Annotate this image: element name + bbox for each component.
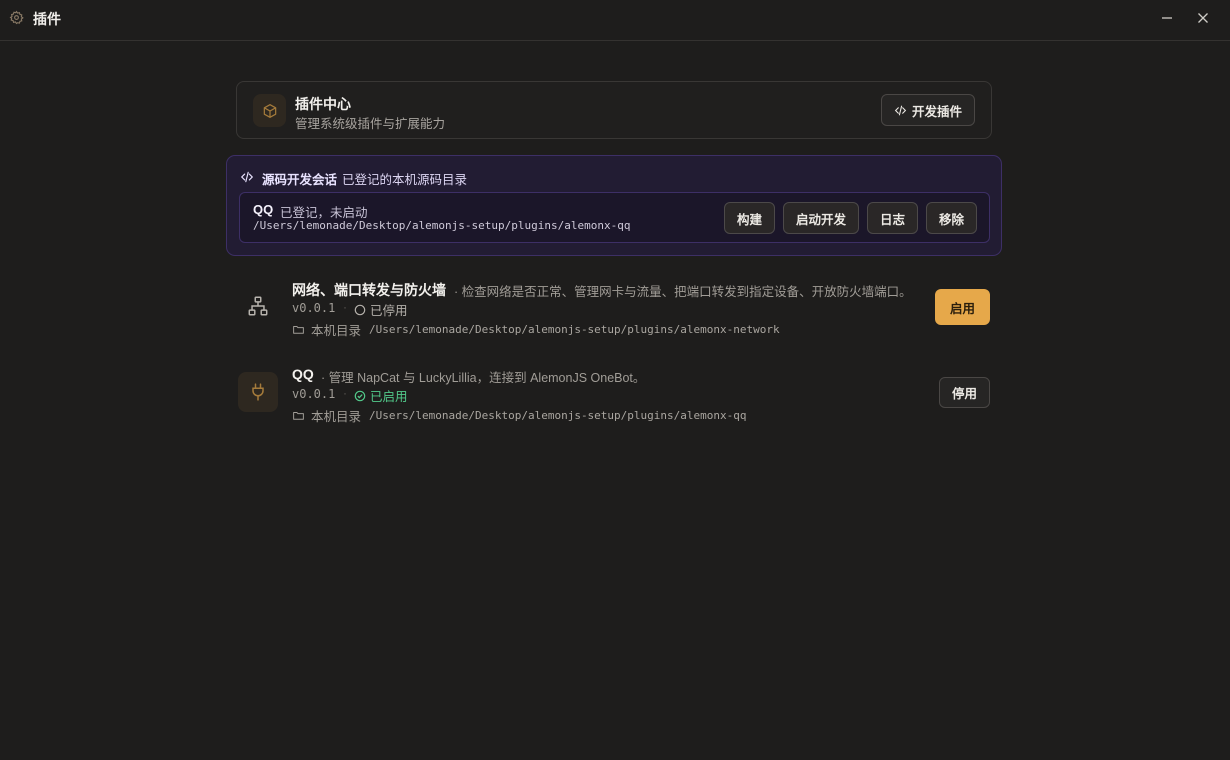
plugin-directory: 本机目录 /Users/lemonade/Desktop/alemonjs-se… <box>292 320 780 339</box>
code-icon <box>240 171 254 183</box>
dev-session-title: 源码开发会话 <box>262 173 338 187</box>
dev-session-plugin-name: QQ <box>253 202 274 217</box>
plugin-status-badge: 已停用 <box>354 300 408 319</box>
directory-path: /Users/lemonade/Desktop/alemonjs-setup/p… <box>369 409 747 422</box>
enable-button[interactable]: 启用 <box>935 289 990 325</box>
folder-icon <box>293 326 304 334</box>
plugin-description: · 检查网络是否正常、管理网卡与流量、把端口转发到指定设备、开放防火墙端口。 <box>454 285 912 299</box>
dev-session-entry: QQ 已登记，未启动 /Users/lemonade/Desktop/alemo… <box>239 192 990 243</box>
folder-icon <box>293 412 304 420</box>
separator-dot: · <box>343 386 347 400</box>
check-circle-icon <box>354 390 366 401</box>
page-title: 插件中心 <box>295 96 351 112</box>
dev-session-panel: 源码开发会话 已登记的本机源码目录 QQ 已登记，未启动 /Users/lemo… <box>226 155 1002 256</box>
remove-button[interactable]: 移除 <box>926 202 977 234</box>
page-subtitle: 管理系统级插件与扩展能力 <box>295 117 446 131</box>
dev-session-path: /Users/lemonade/Desktop/alemonjs-setup/p… <box>253 219 631 232</box>
minimize-icon <box>1162 17 1172 19</box>
plugin-description: · 管理 NapCat 与 LuckyLillia，连接到 AlemonJS O… <box>321 371 646 385</box>
logs-button[interactable]: 日志 <box>867 202 918 234</box>
package-icon <box>253 94 286 127</box>
separator-dot: · <box>343 300 347 314</box>
plug-icon <box>238 372 278 412</box>
plugin-version: v0.0.1 <box>292 301 336 315</box>
plugin-item-qq: QQ · 管理 NapCat 与 LuckyLillia，连接到 AlemonJ… <box>236 358 992 428</box>
directory-label: 本机目录 <box>311 324 362 338</box>
develop-plugin-label: 开发插件 <box>911 104 962 119</box>
plugin-center-card: 插件中心 管理系统级插件与扩展能力 开发插件 <box>236 81 992 139</box>
window-title: 插件 <box>33 11 61 27</box>
plugin-name: 网络、端口转发与防火墙 <box>292 282 446 298</box>
develop-plugin-button[interactable]: 开发插件 <box>881 94 975 126</box>
circle-icon <box>354 304 366 315</box>
plugin-item-network: 网络、端口转发与防火墙 · 检查网络是否正常、管理网卡与流量、把端口转发到指定设… <box>236 272 992 342</box>
code-icon <box>894 105 907 115</box>
disable-button[interactable]: 停用 <box>939 377 990 408</box>
title-bar: 插件 <box>0 0 1230 41</box>
plugin-name: QQ <box>292 366 314 382</box>
close-button[interactable] <box>1194 9 1212 27</box>
start-dev-button[interactable]: 启动开发 <box>783 202 859 234</box>
plugin-status-label: 已启用 <box>370 390 408 404</box>
build-button[interactable]: 构建 <box>724 202 775 234</box>
network-icon <box>238 286 278 326</box>
plugin-status-label: 已停用 <box>370 304 408 318</box>
plugin-version: v0.0.1 <box>292 387 336 401</box>
gear-icon <box>9 10 24 25</box>
plugin-directory: 本机目录 /Users/lemonade/Desktop/alemonjs-se… <box>292 406 747 425</box>
minimize-button[interactable] <box>1158 9 1176 27</box>
directory-path: /Users/lemonade/Desktop/alemonjs-setup/p… <box>369 323 780 336</box>
plugin-status-badge: 已启用 <box>354 386 408 405</box>
dev-session-description: 已登记的本机源码目录 <box>342 173 468 187</box>
close-icon <box>1198 13 1208 23</box>
directory-label: 本机目录 <box>311 410 362 424</box>
